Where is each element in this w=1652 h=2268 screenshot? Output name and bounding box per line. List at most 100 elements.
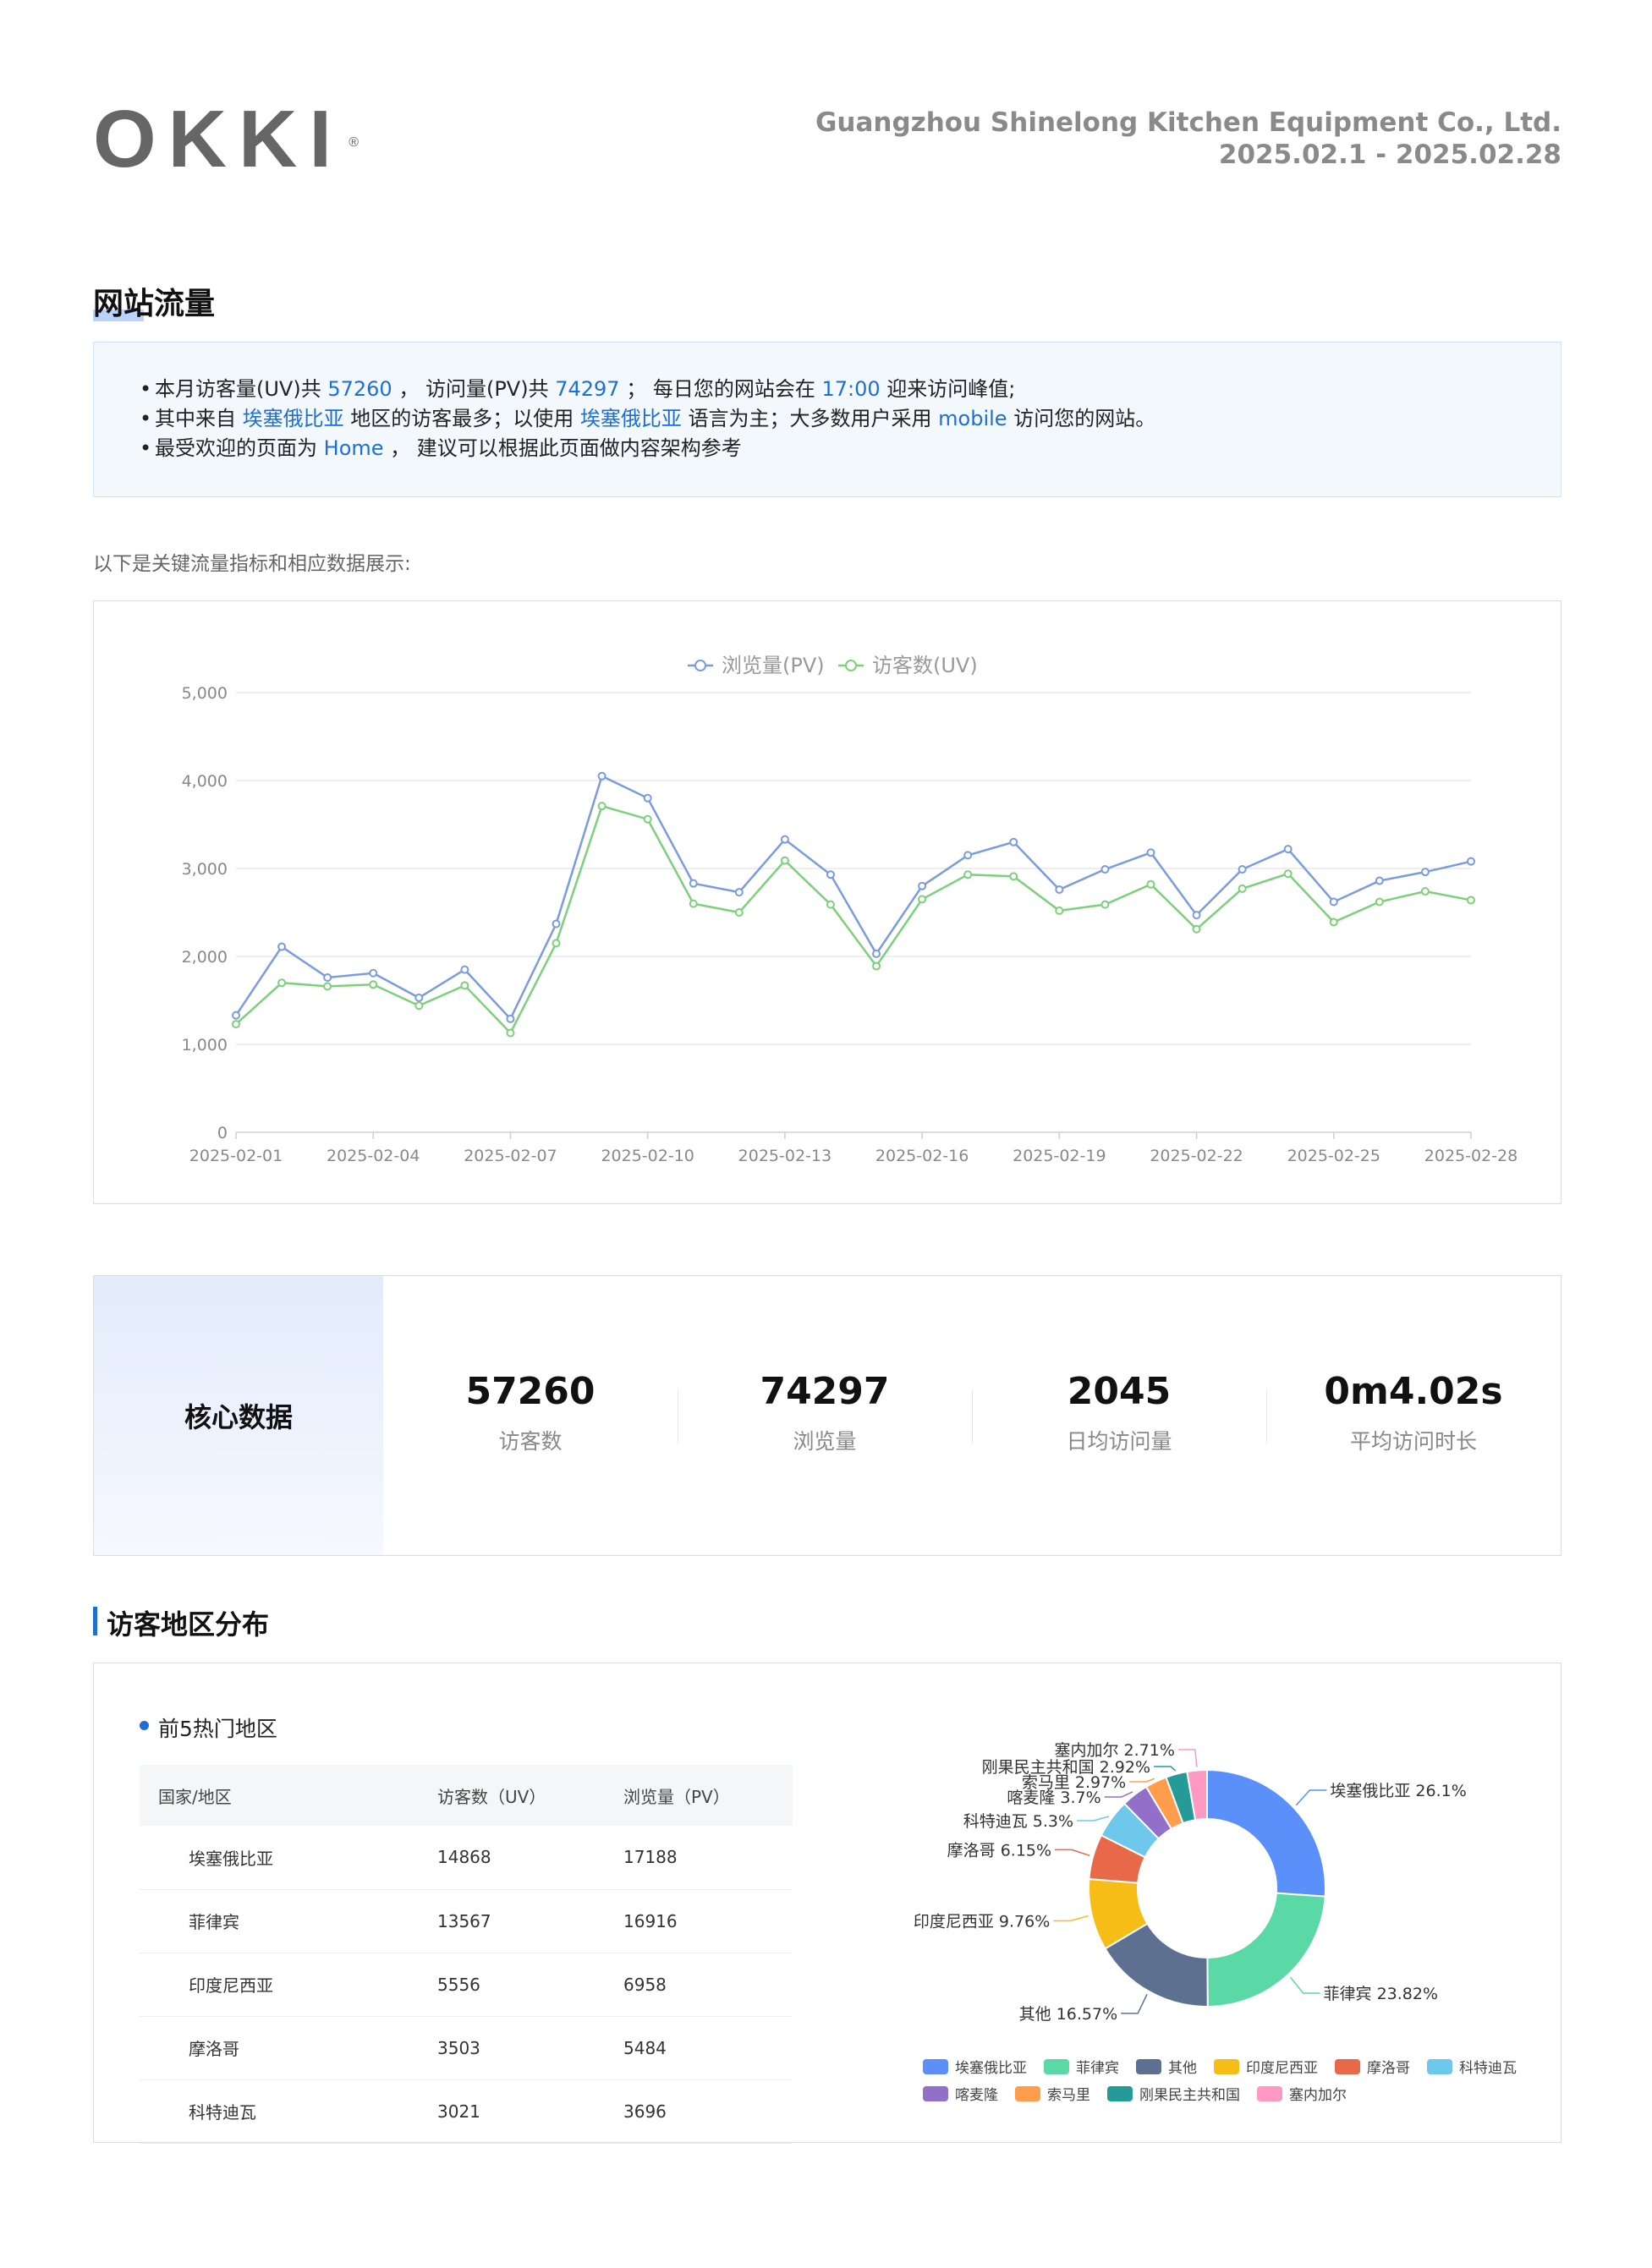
region-table: 国家/地区 访客数（UV） 浏览量（PV） 埃塞俄比亚 14868 17188 菲律… (140, 1765, 793, 2144)
data-point (826, 870, 835, 879)
line-chart-svg: 0 1,000 2,000 3,000 4,000 5,000 2025-02-01 2025… (182, 654, 1518, 1165)
core-data-label: 核心数据 (94, 1276, 383, 1555)
col-header-region: 国家/地区 (140, 1765, 419, 1826)
summary-line-3: 最受欢迎的页面为 Home ， 建议可以根据此页面做内容架构参考 (140, 434, 1561, 463)
data-point (597, 771, 606, 781)
data-point (1009, 872, 1018, 881)
pie-legend-label: 喀麦隆 (955, 2087, 998, 2104)
legend-swatch (1427, 2059, 1452, 2074)
series-line-pv (234, 775, 1472, 1022)
pie-slice (1206, 1892, 1326, 2008)
data-point (1100, 865, 1110, 874)
data-point (643, 793, 652, 803)
data-point (734, 908, 744, 917)
company-name: Guangzhou Shinelong Kitchen Equipment Co… (815, 107, 1561, 138)
table-row: 印度尼西亚 5556 6958 (140, 1953, 793, 2017)
pie-legend-label: 刚果民主共和国 (1139, 2087, 1240, 2104)
legend-swatch (1107, 2086, 1133, 2101)
data-point (1420, 887, 1430, 896)
data-point (414, 1001, 424, 1011)
pie-legend-label: 其他 (1168, 2060, 1197, 2077)
col-header-uv: 访客数（UV） (419, 1765, 605, 1826)
data-point (1192, 924, 1201, 934)
data-point (323, 972, 332, 982)
data-point (414, 993, 424, 1002)
y-tick-label: 1,000 (182, 1036, 228, 1055)
pie-slice-label: 菲律宾 23.82% (1324, 1985, 1439, 2003)
col-header-pv: 浏览量（PV） (605, 1765, 793, 1826)
pie-legend-label: 菲律宾 (1076, 2060, 1119, 2077)
data-point (826, 900, 835, 909)
x-tick-label: 2025-02-13 (738, 1147, 831, 1165)
data-point (1146, 848, 1155, 857)
data-point (872, 949, 881, 958)
data-point (323, 982, 332, 991)
legend-swatch (923, 2059, 948, 2074)
data-point (1238, 865, 1247, 874)
x-tick-label: 2025-02-16 (875, 1147, 969, 1165)
pie-leader-line (1129, 1778, 1155, 1783)
data-point (552, 939, 561, 948)
x-tick-label: 2025-02-01 (189, 1147, 283, 1165)
pie-leader-line (1121, 1993, 1148, 2014)
pie-leader-line (1053, 1915, 1089, 1922)
report-header: OKKI ® Guangzhou Shinelong Kitchen Equipm… (93, 94, 1561, 184)
y-tick-label: 2,000 (182, 948, 228, 967)
pie-leader-line (1295, 1789, 1327, 1806)
data-point (1192, 911, 1201, 920)
date-range: 2025.02.1 - 2025.02.28 (1218, 140, 1561, 170)
pie-slice-label: 科特迪瓦 5.3% (963, 1812, 1073, 1831)
data-point (597, 802, 606, 811)
kpi-visitors: 57260 访客数 (465, 1370, 595, 1454)
metrics-intro: 以下是关键流量指标和相应数据展示: (93, 553, 411, 575)
legend-swatch (923, 2086, 948, 2101)
y-tick-label: 4,000 (182, 772, 228, 791)
data-point (460, 965, 469, 974)
data-point (1100, 900, 1110, 909)
data-point (643, 814, 652, 824)
data-point (232, 1020, 240, 1029)
data-point (1009, 837, 1018, 846)
pie-leader-line (1104, 1791, 1133, 1798)
x-tick-label: 2025-02-22 (1150, 1147, 1243, 1165)
pie-legend-label: 印度尼西亚 (1246, 2060, 1318, 2077)
legend-swatch (1136, 2059, 1161, 2074)
region-section-title: 访客地区分布 (93, 1603, 269, 1642)
y-tick-label: 5,000 (182, 684, 228, 703)
kpi-pageviews: 74297 浏览量 (760, 1370, 890, 1454)
data-point (1467, 896, 1475, 905)
data-point (1375, 897, 1384, 907)
summary-line-1: 本月访客量(UV)共 57260 ， 访问量(PV)共 74297 ； 每日您的… (140, 375, 1561, 404)
traffic-section-title: 网站流量 (93, 287, 216, 321)
legend-swatch (1335, 2059, 1360, 2074)
data-point (963, 870, 973, 879)
legend-label: 访客数(UV) (872, 654, 978, 677)
kpi-daily-visits: 2045 日均访问量 (1066, 1370, 1172, 1454)
traffic-summary: 本月访客量(UV)共 57260 ， 访问量(PV)共 74297 ； 每日您的… (93, 342, 1561, 497)
summary-line-2: 其中来自 埃塞俄比亚 地区的访客最多；以使用 埃塞俄比亚 语言为主；大多数用户采… (140, 404, 1561, 434)
x-tick-label: 2025-02-19 (1013, 1147, 1106, 1165)
pie-slice-label: 塞内加尔 2.71% (1054, 1741, 1174, 1760)
core-data-panel: 核心数据 57260 访客数 74297 浏览量 2045 日均访问量 0m4.02s… (93, 1275, 1561, 1556)
traffic-line-chart: 0 1,000 2,000 3,000 4,000 5,000 2025-02-01 2025… (93, 600, 1561, 1204)
data-point (277, 942, 287, 951)
legend-marker (694, 660, 706, 671)
pie-legend-label: 索马里 (1047, 2087, 1090, 2104)
kpi-avg-duration: 0m4.02s 平均访问时长 (1324, 1370, 1503, 1454)
data-point (963, 851, 973, 860)
pie-leader-line (1289, 1976, 1320, 1994)
region-panel: 埃塞俄比亚 26.1% 菲律宾 23.82% 其他 16.57% 印度尼西亚 9.76… (93, 1663, 1561, 2144)
data-point (506, 1014, 515, 1023)
data-point (1467, 857, 1475, 866)
data-point (232, 1011, 240, 1020)
data-point (780, 856, 789, 865)
x-tick-label: 2025-02-07 (464, 1147, 557, 1165)
legend-label: 浏览量(PV) (722, 654, 825, 677)
pie-slice-label: 埃塞俄比亚 26.1% (1330, 1782, 1466, 1800)
x-tick-label: 2025-02-10 (601, 1147, 694, 1165)
data-point (506, 1028, 515, 1038)
okki-logo: OKKI ® (93, 94, 359, 184)
pie-leader-line (1077, 1816, 1109, 1822)
data-point (689, 899, 698, 908)
top5-label: 前5热门地区 (140, 1712, 277, 1743)
